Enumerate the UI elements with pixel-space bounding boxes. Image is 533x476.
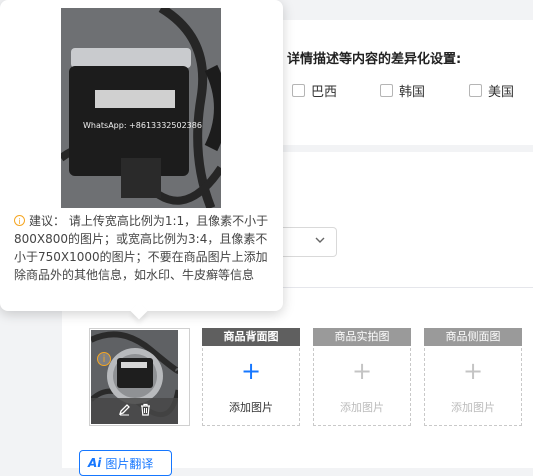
plus-icon[interactable]: + — [314, 359, 410, 383]
upload-slot-back[interactable]: 商品背面图 + 添加图片 — [202, 328, 300, 426]
example-product-photo: WhatsApp: +8613332502386 — [61, 8, 221, 208]
plus-icon[interactable]: + — [425, 359, 521, 383]
translate-label: 图片翻译 — [105, 456, 154, 471]
country-checkbox-korea[interactable]: 韩国 — [380, 81, 425, 100]
edit-icon[interactable] — [118, 403, 131, 420]
image-action-bar — [91, 398, 178, 424]
diff-settings-title: 详情描述等内容的差异化设置: — [287, 52, 462, 67]
checkbox-box[interactable] — [380, 84, 393, 97]
image-translate-button[interactable]: Ai 图片翻译 — [79, 450, 172, 476]
image-guideline-tooltip: WhatsApp: +8613332502386 i 建议： 请上传宽高比例为1:… — [0, 0, 283, 311]
info-icon: i — [14, 215, 25, 226]
slot-header: 商品实拍图 — [313, 328, 411, 346]
main-image-card[interactable]: i — [89, 328, 190, 426]
chevron-down-icon — [314, 234, 326, 249]
country-label: 韩国 — [399, 85, 426, 100]
suggestion-text: i 建议： 请上传宽高比例为1:1，且像素不小于800X800的图片；或宽高比例为… — [14, 212, 276, 284]
country-checkbox-usa[interactable]: 美国 — [469, 81, 514, 100]
checkbox-box[interactable] — [292, 84, 305, 97]
country-label: 美国 — [488, 85, 515, 100]
watermark-text: WhatsApp: +8613332502386 — [83, 121, 202, 130]
delete-icon[interactable] — [139, 403, 152, 420]
slot-header: 商品背面图 — [202, 328, 300, 346]
divider — [262, 287, 533, 288]
add-image-label: 添加图片 — [451, 401, 495, 414]
product-image-thumbnail: i — [91, 330, 178, 424]
country-label: 巴西 — [311, 85, 338, 100]
checkbox-box[interactable] — [469, 84, 482, 97]
plus-icon[interactable]: + — [203, 359, 299, 383]
upload-slot-side[interactable]: 商品侧面图 + 添加图片 — [424, 328, 522, 426]
country-checkbox-brazil[interactable]: 巴西 — [292, 81, 337, 100]
upload-slot-real[interactable]: 商品实拍图 + 添加图片 — [313, 328, 411, 426]
add-image-label: 添加图片 — [340, 401, 384, 414]
suggestion-body: 建议： 请上传宽高比例为1:1，且像素不小于800X800的图片；或宽高比例为3… — [14, 214, 269, 282]
slot-header: 商品侧面图 — [424, 328, 522, 346]
info-icon: i — [97, 352, 111, 366]
add-image-label: 添加图片 — [229, 401, 273, 414]
